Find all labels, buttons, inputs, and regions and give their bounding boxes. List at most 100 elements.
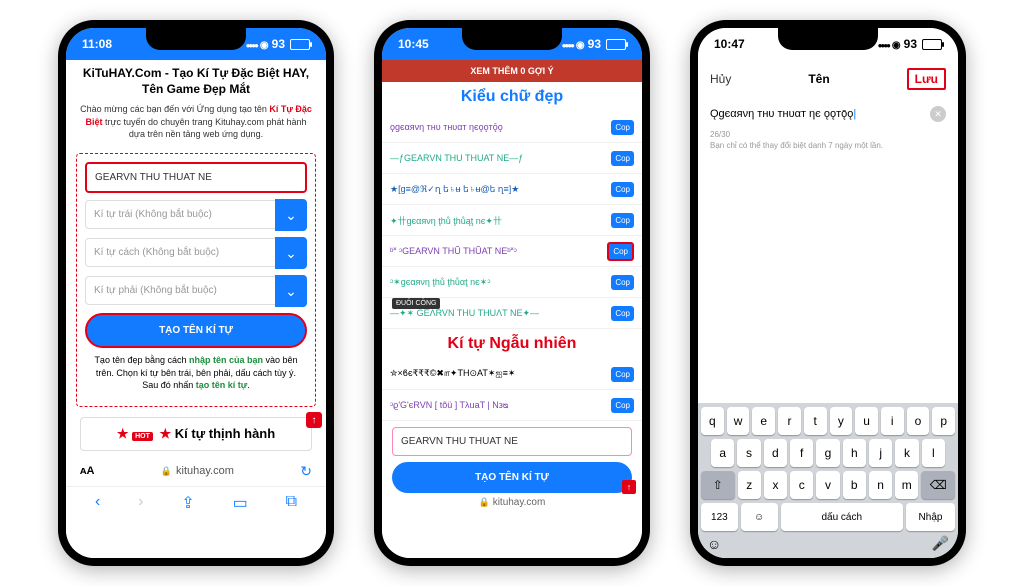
key-n[interactable]: n (869, 471, 892, 499)
chevron-down-icon[interactable] (275, 237, 307, 269)
name-field[interactable]: Ǫgєαяνη тнυ тнυαт ηє ǫǫтǭǫ| ✕ (710, 106, 946, 122)
key-i[interactable]: i (881, 407, 904, 435)
emoji-icon[interactable]: ☺ (707, 536, 721, 552)
notch (462, 28, 562, 50)
key-s[interactable]: s (737, 439, 760, 467)
cancel-button[interactable]: Hủy (710, 72, 731, 86)
style-row: ✮×ϐє₹₹₹©✖௱✦TH⊙AT✶ஐ≡✶ Cop (382, 359, 642, 390)
key-m[interactable]: m (895, 471, 918, 499)
key-z[interactable]: z (738, 471, 761, 499)
style-row: ᵓϱ'G'єRVN [ tõü ] TλuaT | NзᴓCop (382, 390, 642, 421)
name-input[interactable]: GEARVN THU THUAT NE (392, 427, 632, 456)
key-u[interactable]: u (855, 407, 878, 435)
chevron-down-icon[interactable] (275, 275, 307, 307)
key-e[interactable]: e (752, 407, 775, 435)
url-display[interactable]: kituhay.com (382, 493, 642, 512)
key-f[interactable]: f (790, 439, 813, 467)
text-size-button[interactable]: ᴀA (80, 465, 94, 477)
signal-icon (246, 37, 257, 51)
key-b[interactable]: b (843, 471, 866, 499)
style-text: —ƒGEARVN THU THUAT NE—ƒ (390, 153, 607, 163)
key-r[interactable]: r (778, 407, 801, 435)
phone-1: 11:08 93 KiTuHAY.Com - Tạo Kí Tự Đặc Biệ… (58, 20, 334, 566)
show-more-bar[interactable]: XEM THÊM 0 GỢI Ý (382, 60, 642, 82)
styles-list: ϙgєαяνη тнυ тнυαт ηєǫǫтǭǫCop—ƒGEARVN THU… (382, 112, 642, 329)
screen-3: 10:47 93 Hủy Tên Lưu Ǫgєαяνη тнυ тнυαт η… (698, 28, 958, 558)
key-o[interactable]: o (907, 407, 930, 435)
chevron-down-icon[interactable] (275, 199, 307, 231)
copy-button[interactable]: Cop (611, 120, 634, 135)
section-random: Kí tự Ngẫu nhiên (382, 329, 642, 359)
style-text: ϙgєαяνη тнυ тнυαт ηєǫǫтǭǫ (390, 122, 607, 132)
scroll-top-button[interactable]: ↑ (622, 480, 636, 494)
key-d[interactable]: d (764, 439, 787, 467)
battery-pct: 93 (904, 37, 917, 51)
lock-icon (161, 465, 172, 477)
key-l[interactable]: l (922, 439, 945, 467)
key-k[interactable]: k (895, 439, 918, 467)
save-button[interactable]: Lưu (907, 68, 946, 90)
battery-icon (290, 39, 310, 50)
status-right: 93 (562, 37, 626, 51)
random-list: ✮×ϐє₹₹₹©✖௱✦TH⊙AT✶ஐ≡✶Copᵓϱ'G'єRVN [ tõü ]… (382, 359, 642, 421)
space-char-select[interactable]: Kí tự cách (Không bắt buộc) (85, 238, 279, 267)
screen-1: 11:08 93 KiTuHAY.Com - Tạo Kí Tự Đặc Biệ… (66, 28, 326, 558)
key-t[interactable]: t (804, 407, 827, 435)
key-j[interactable]: j (869, 439, 892, 467)
copy-button[interactable]: Cop (611, 151, 634, 166)
trending-card[interactable]: ★ HOT ★ Kí tự thịnh hành (80, 417, 312, 451)
key-h[interactable]: h (843, 439, 866, 467)
style-row: ★[g≡@ℜ✓ղ ե♄ʉ ե♄ʉ@ե ղ≡]★Cop (382, 174, 642, 205)
copy-button[interactable]: Cop (611, 275, 634, 290)
emoji-key[interactable]: ☺ (741, 503, 778, 531)
key-w[interactable]: w (727, 407, 750, 435)
url-display[interactable]: kituhay.com (161, 465, 234, 477)
notch (146, 28, 246, 50)
copy-button[interactable]: Cop (611, 398, 634, 413)
copy-button[interactable]: Cop (611, 306, 634, 321)
space-key[interactable]: dấu cách (781, 503, 904, 531)
mic-icon[interactable]: 🎤 (932, 535, 949, 552)
copy-button[interactable]: Cop (611, 182, 634, 197)
key-x[interactable]: x (764, 471, 787, 499)
return-key[interactable]: Nhập (906, 503, 955, 531)
status-time: 11:08 (82, 37, 112, 51)
key-v[interactable]: v (816, 471, 839, 499)
scroll-top-button[interactable]: ↑ (306, 412, 322, 428)
wifi-icon (260, 37, 269, 51)
status-right: 93 (246, 37, 310, 51)
style-row: —ƒGEARVN THU THUAT NE—ƒ Cop (382, 143, 642, 174)
help-text: Tạo tên đẹp bằng cách nhập tên của bạn v… (85, 348, 307, 398)
style-text: ✮×ϐє₹₹₹©✖௱✦TH⊙AT✶ஐ≡✶ (390, 368, 607, 380)
battery-pct: 93 (588, 37, 601, 51)
hot-badge: HOT (132, 432, 153, 441)
shift-key[interactable]: ⇧ (701, 471, 735, 499)
backspace-key[interactable]: ⌫ (921, 471, 955, 499)
key-a[interactable]: a (711, 439, 734, 467)
copy-button[interactable]: Cop (611, 213, 634, 228)
share-icon[interactable]: ⇪ (181, 493, 194, 513)
refresh-icon[interactable] (300, 463, 312, 480)
copy-button[interactable]: Cop (611, 367, 634, 382)
left-char-select[interactable]: Kí tự trái (Không bắt buộc) (85, 200, 279, 229)
clear-icon[interactable]: ✕ (930, 106, 946, 122)
bookmarks-icon[interactable]: ▭ (233, 493, 248, 513)
back-icon[interactable]: ‹ (95, 493, 100, 513)
key-c[interactable]: c (790, 471, 813, 499)
numbers-key[interactable]: 123 (701, 503, 738, 531)
create-button[interactable]: TẠO TÊN KÍ TỰ (392, 462, 632, 493)
content-2: XEM THÊM 0 GỢI Ý Kiểu chữ đẹp ϙgєαяνη тн… (382, 60, 642, 558)
copy-button[interactable]: Cop (607, 242, 634, 261)
key-p[interactable]: p (932, 407, 955, 435)
name-input[interactable]: GEARVN THU THUAT NE (85, 162, 307, 193)
nav-title: Tên (808, 72, 829, 86)
tabs-icon[interactable]: ⧉ (286, 493, 297, 513)
style-row: ϙgєαяνη тнυ тнυαт ηєǫǫтǭǫ Cop (382, 112, 642, 143)
keyboard: qwertyuiop asdfghjkl ⇧ zxcvbnm ⌫ 123 ☺ d… (698, 403, 958, 558)
key-g[interactable]: g (816, 439, 839, 467)
right-char-select[interactable]: Kí tự phải (Không bắt buộc) (85, 276, 279, 305)
create-button[interactable]: TẠO TÊN KÍ TỰ (85, 313, 307, 348)
key-q[interactable]: q (701, 407, 724, 435)
key-y[interactable]: y (830, 407, 853, 435)
style-text: ᵓ✶gєαяνη ţhů ţhůαţ nє✶ᵓ (390, 277, 607, 288)
